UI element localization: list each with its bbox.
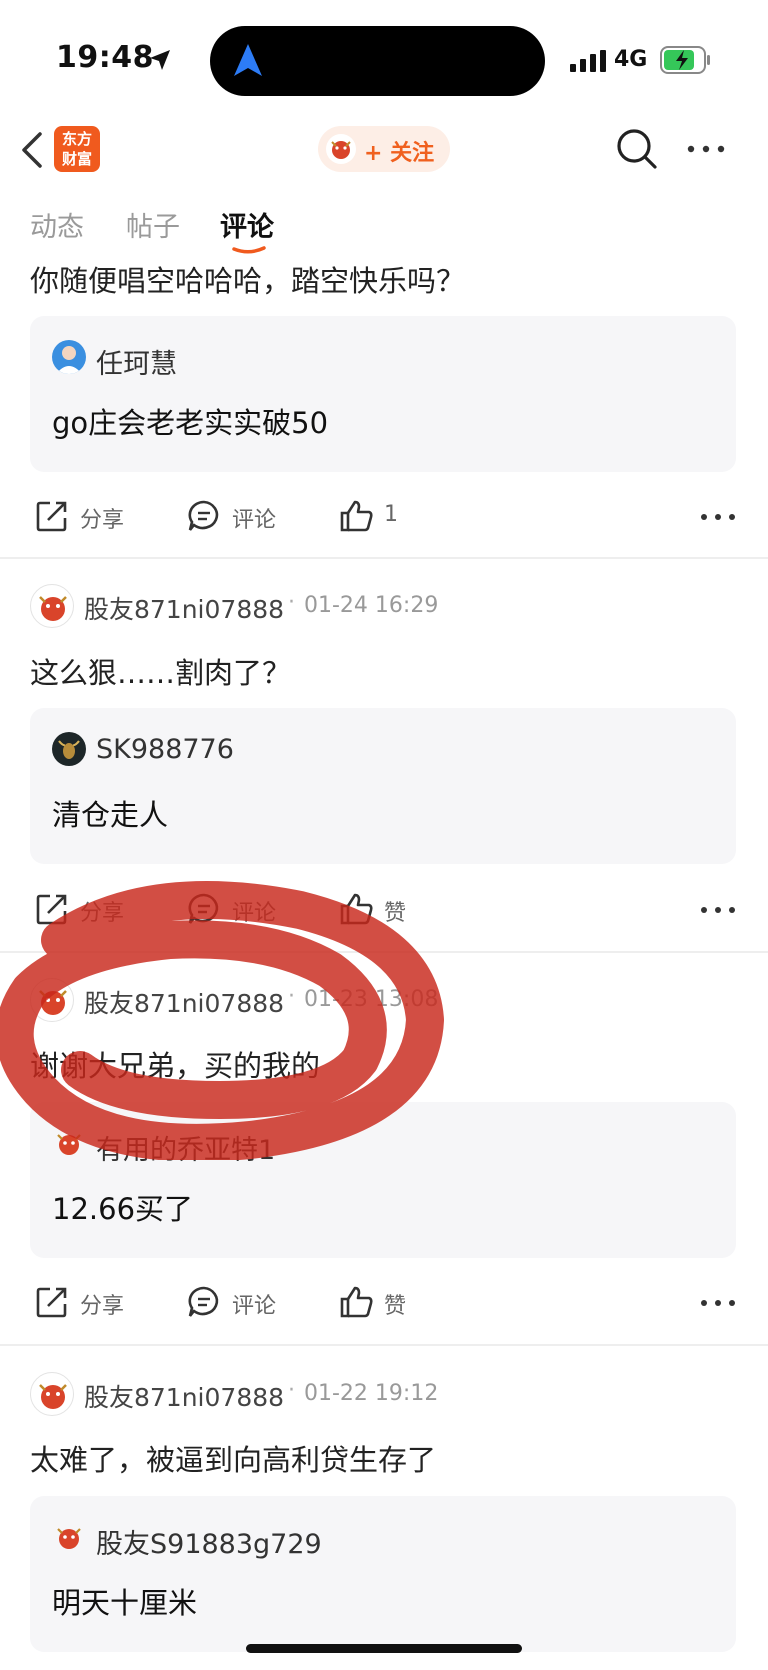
back-chevron-icon[interactable]	[18, 130, 46, 170]
mascot-icon	[331, 141, 351, 159]
mascot-icon	[57, 1134, 81, 1155]
follow-button[interactable]: + 关注	[318, 126, 450, 172]
divider	[0, 557, 768, 559]
post-text: 这么狠……割肉了？	[30, 656, 292, 690]
more-menu-icon[interactable]	[686, 144, 726, 154]
more-icon[interactable]	[700, 905, 736, 915]
share-button[interactable]: 分享	[34, 1278, 134, 1328]
comment-icon	[188, 893, 219, 924]
post-text: 谢谢大兄弟，买的我的	[30, 1049, 321, 1083]
quoted-comment[interactable]: SK988776 清仓走人	[30, 708, 736, 864]
comment-icon	[188, 500, 219, 531]
logo-line2: 财富	[61, 150, 92, 168]
comment-label: 评论	[232, 508, 277, 533]
follow-avatar	[326, 134, 356, 164]
action-bar: 分享 评论 赞	[0, 885, 768, 935]
thumbs-up-icon	[340, 500, 373, 532]
avatar	[52, 340, 86, 374]
comment-button[interactable]: 评论	[186, 1278, 286, 1328]
logo-line1: 东方	[61, 130, 92, 148]
status-time: 19:48	[56, 40, 154, 75]
quoted-text: 明天十厘米	[52, 1586, 198, 1620]
divider	[0, 1344, 768, 1346]
share-label: 分享	[80, 508, 125, 533]
share-button[interactable]: 分享	[34, 492, 134, 542]
follow-label: + 关注	[364, 141, 435, 166]
share-label: 分享	[80, 1294, 125, 1319]
app-logo: 东方 财富	[54, 126, 100, 172]
network-type: 4G	[614, 47, 648, 72]
battery-charging-icon	[660, 46, 710, 74]
status-bar: 19:48 4G	[0, 0, 768, 120]
like-button[interactable]: 赞	[338, 1278, 418, 1328]
mascot-icon	[39, 596, 67, 621]
quoted-text: go庄会老老实实破50	[52, 406, 329, 440]
post-author[interactable]: 股友871ni07888	[84, 1378, 284, 1414]
divider	[0, 951, 768, 953]
mascot-icon	[57, 1528, 81, 1549]
post-time: 01-22 19:12	[304, 1381, 439, 1406]
avatar[interactable]	[30, 978, 74, 1022]
quoted-user[interactable]: 任珂慧	[96, 342, 177, 381]
quoted-user[interactable]: 有用的乔亚特1	[96, 1128, 275, 1167]
like-button[interactable]: 1	[338, 492, 418, 542]
quoted-comment[interactable]: 股友S91883g729 明天十厘米	[30, 1496, 736, 1652]
more-icon[interactable]	[700, 512, 736, 522]
post-author[interactable]: 股友871ni07888	[84, 984, 284, 1020]
search-icon[interactable]	[616, 128, 658, 170]
avatar	[52, 1126, 86, 1160]
quoted-text: 清仓走人	[52, 798, 169, 832]
dynamic-island	[210, 26, 545, 96]
post-time: 01-23 13:08	[304, 987, 439, 1012]
post-time: 01-24 16:29	[304, 593, 439, 618]
action-bar: 分享 评论 1	[0, 492, 768, 542]
separator-dot: ·	[288, 984, 295, 1009]
like-button[interactable]: 赞	[338, 885, 418, 935]
quoted-comment[interactable]: 任珂慧 go庄会老老实实破50	[30, 316, 736, 472]
post-text: 你随便唱空哈哈哈，踏空快乐吗？	[30, 264, 466, 298]
bull-avatar-icon	[52, 732, 86, 766]
comment-label: 评论	[232, 1294, 277, 1319]
tab-posts[interactable]: 帖子	[126, 205, 180, 244]
action-bar: 分享 评论 赞	[0, 1278, 768, 1328]
thumbs-up-icon	[340, 893, 373, 925]
share-icon	[36, 1287, 67, 1318]
separator-dot: ·	[288, 590, 295, 615]
share-label: 分享	[80, 901, 125, 926]
quoted-text: 12.66买了	[52, 1192, 194, 1226]
avatar[interactable]	[30, 1372, 74, 1416]
location-arrow-icon	[150, 50, 170, 70]
thumbs-up-icon	[340, 1286, 373, 1318]
quoted-comment[interactable]: 有用的乔亚特1 12.66买了	[30, 1102, 736, 1258]
separator-dot: ·	[288, 1378, 295, 1403]
quoted-user[interactable]: SK988776	[96, 734, 234, 765]
more-icon[interactable]	[700, 1298, 736, 1308]
mascot-icon	[39, 990, 67, 1015]
person-avatar-icon	[52, 340, 86, 374]
like-count: 1	[384, 502, 398, 527]
mascot-icon	[39, 1384, 67, 1409]
share-button[interactable]: 分享	[34, 885, 134, 935]
comment-icon	[188, 1286, 219, 1317]
cellular-signal-icon	[570, 50, 606, 72]
avatar	[52, 1520, 86, 1554]
home-indicator	[246, 1644, 522, 1653]
navigation-icon	[234, 44, 262, 76]
tab-activity[interactable]: 动态	[30, 205, 84, 244]
avatar[interactable]	[30, 584, 74, 628]
tab-comments[interactable]: 评论	[220, 205, 274, 244]
quoted-user[interactable]: 股友S91883g729	[96, 1522, 322, 1561]
like-label: 赞	[384, 1294, 407, 1319]
comment-button[interactable]: 评论	[186, 492, 286, 542]
comment-button[interactable]: 评论	[186, 885, 286, 935]
comment-label: 评论	[232, 901, 277, 926]
avatar	[52, 732, 86, 766]
share-icon	[36, 501, 67, 532]
like-label: 赞	[384, 901, 407, 926]
post-author[interactable]: 股友871ni07888	[84, 590, 284, 626]
share-icon	[36, 894, 67, 925]
tab-active-indicator	[232, 246, 266, 254]
post-text: 太难了，被逼到向高利贷生存了	[30, 1443, 437, 1477]
